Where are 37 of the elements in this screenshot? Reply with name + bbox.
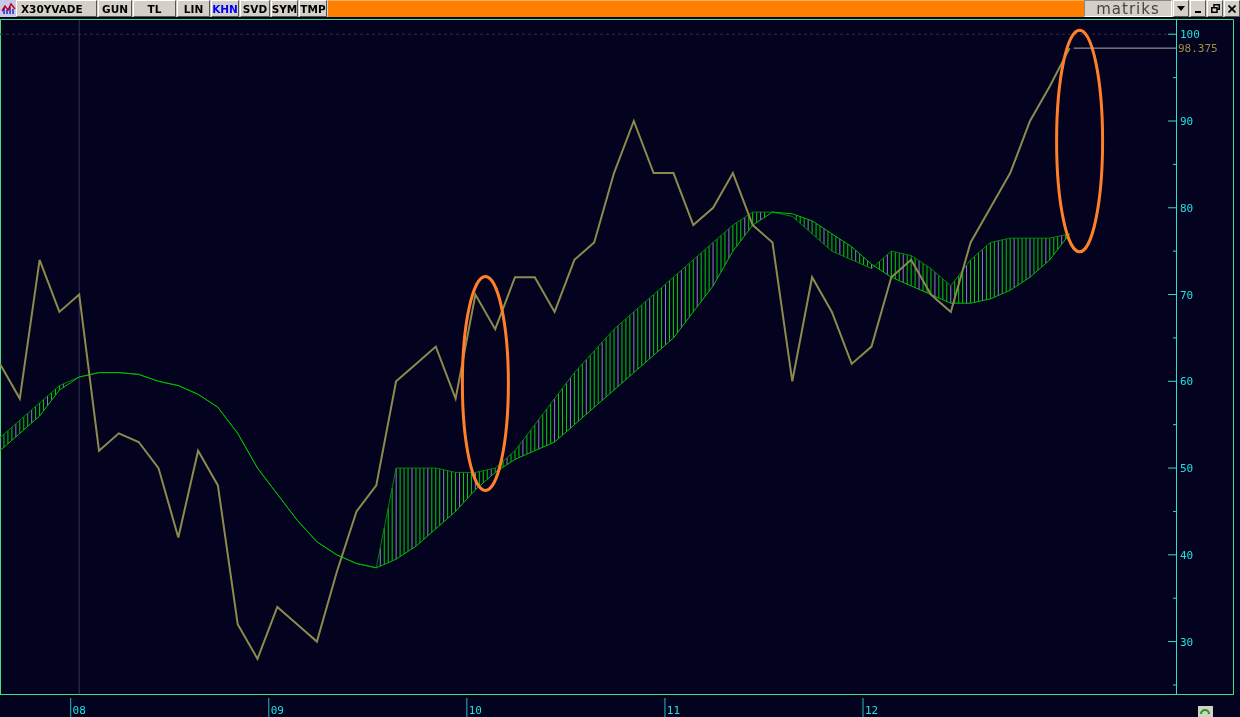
axis-label: 70 xyxy=(1180,288,1194,302)
minimize-icon xyxy=(1195,11,1201,13)
tick-mark xyxy=(268,697,270,717)
symbol-field[interactable]: X30YVADE xyxy=(16,0,97,17)
axis-label: 50 xyxy=(1180,462,1194,476)
toolbar-tab[interactable]: LIN xyxy=(177,0,210,17)
toolbar-tab[interactable]: GUN xyxy=(98,0,132,17)
toolbar-tab[interactable]: SYM xyxy=(271,0,298,17)
axis-label: 12 xyxy=(864,704,879,717)
tick-mark xyxy=(466,697,468,717)
toolbar-tab[interactable]: TMP xyxy=(299,0,327,17)
axis-label: 40 xyxy=(1180,548,1194,562)
tick-mark xyxy=(70,697,72,717)
axis-label: 11 xyxy=(666,704,681,717)
axis-label: 10 xyxy=(468,704,482,717)
restore-icon xyxy=(1210,4,1220,13)
last-price-label: 98.375 xyxy=(1178,42,1218,56)
dropdown-button[interactable] xyxy=(1173,0,1189,17)
axis-label: 08 xyxy=(72,704,86,717)
axis-label: 09 xyxy=(270,704,284,717)
close-button[interactable] xyxy=(1224,0,1240,17)
axis-label: 100 xyxy=(1180,28,1200,42)
toolbar-tab[interactable]: SVD xyxy=(240,0,270,17)
brand-logo: matriks xyxy=(1084,0,1172,17)
minimize-button[interactable] xyxy=(1190,0,1206,17)
chart-app-icon[interactable] xyxy=(0,0,16,17)
axis-label: 60 xyxy=(1180,375,1194,389)
axis-label: 80 xyxy=(1180,201,1194,215)
toolbar-tab[interactable]: TL xyxy=(133,0,176,17)
caret-icon xyxy=(1177,6,1185,11)
restore-button[interactable] xyxy=(1207,0,1223,17)
axis-label: 30 xyxy=(1180,635,1194,649)
tick-mark xyxy=(664,697,666,717)
axis-label: 90 xyxy=(1180,115,1194,128)
toolbar-tab[interactable]: KHN xyxy=(211,0,239,17)
close-icon xyxy=(1228,4,1236,13)
tick-mark xyxy=(862,697,864,717)
